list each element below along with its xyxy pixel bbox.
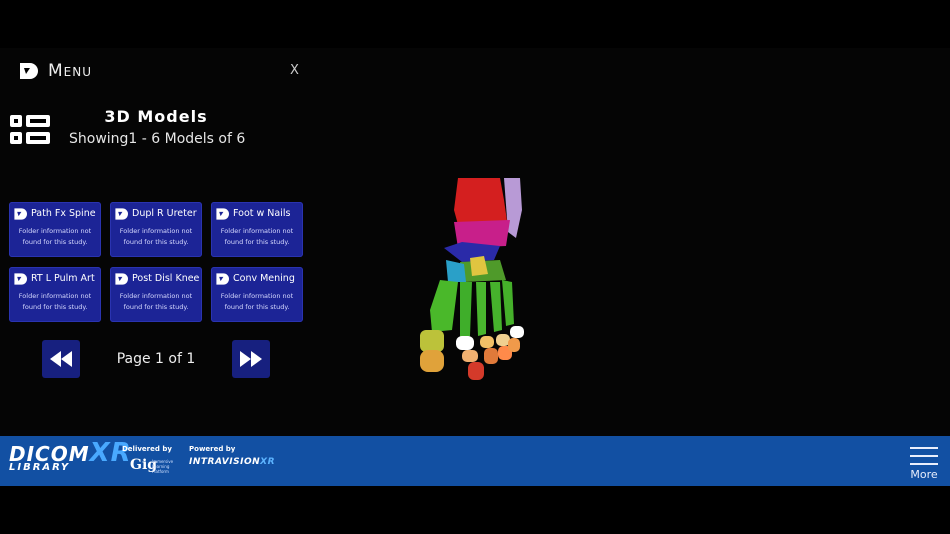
- models-count: Showing1 - 6 Models of 6: [69, 131, 246, 147]
- dicom-logo-icon: [14, 272, 27, 285]
- card-header: Path Fx Spine: [9, 202, 101, 222]
- more-label: More: [910, 468, 938, 481]
- intravision-text: INTRAVISION: [189, 457, 261, 467]
- menu-title: Menu: [48, 61, 93, 81]
- dicom-logo-icon: [20, 63, 38, 79]
- card-header: Foot w Nails: [211, 202, 303, 222]
- card-info: Folder information not found for this st…: [220, 227, 294, 246]
- menu-header: Menu: [18, 61, 92, 81]
- dicom-logo-icon: [115, 207, 128, 220]
- page-indicator: Page 1 of 1: [116, 351, 196, 367]
- card-title: Conv Mening: [233, 273, 295, 284]
- card-header: Post Disl Knee: [110, 267, 202, 287]
- gig-tagline: Immersive Learning Platform: [152, 459, 174, 474]
- model-card[interactable]: Conv Mening Folder information not found…: [211, 267, 303, 322]
- next-page-button[interactable]: [232, 340, 270, 378]
- fast-forward-icon: [240, 351, 262, 367]
- model-card[interactable]: Foot w Nails Folder information not foun…: [211, 202, 303, 257]
- model-card[interactable]: Path Fx Spine Folder information not fou…: [9, 202, 101, 257]
- close-menu-button[interactable]: X: [290, 63, 299, 78]
- card-header: Dupl R Ureter: [110, 202, 202, 222]
- card-header: Conv Mening: [211, 267, 303, 287]
- card-info: Folder information not found for this st…: [18, 292, 92, 311]
- card-title: Foot w Nails: [233, 208, 291, 219]
- foot-3d-model[interactable]: [400, 170, 540, 390]
- card-header: RT L Pulm Art: [9, 267, 101, 287]
- delivered-by-label: Delivered by: [122, 445, 172, 453]
- card-title: RT L Pulm Art: [31, 273, 95, 284]
- card-info: Folder information not found for this st…: [220, 292, 294, 311]
- dicom-logo-icon: [216, 272, 229, 285]
- brand-xr-text: XR: [89, 438, 132, 468]
- hamburger-menu-icon: [910, 447, 938, 465]
- rewind-icon: [50, 351, 72, 367]
- dicom-library-xr-logo: DICOMXR LIBRARY: [9, 440, 132, 473]
- card-info: Folder information not found for this st…: [18, 227, 92, 246]
- dicom-logo-icon: [115, 272, 128, 285]
- more-button[interactable]: More: [904, 444, 944, 481]
- card-title: Dupl R Ureter: [132, 208, 197, 219]
- powered-by-label: Powered by: [189, 445, 236, 453]
- model-card[interactable]: Dupl R Ureter Folder information not fou…: [110, 202, 202, 257]
- model-card[interactable]: Post Disl Knee Folder information not fo…: [110, 267, 202, 322]
- grid-view-icon[interactable]: [10, 113, 52, 147]
- intravision-xr-text: XR: [260, 457, 276, 467]
- model-card-grid: Path Fx Spine Folder information not fou…: [9, 202, 303, 322]
- model-card[interactable]: RT L Pulm Art Folder information not fou…: [9, 267, 101, 322]
- card-info: Folder information not found for this st…: [119, 292, 193, 311]
- previous-page-button[interactable]: [42, 340, 80, 378]
- dicom-logo-icon: [14, 207, 27, 220]
- intravision-logo: INTRAVISIONXR: [189, 457, 275, 467]
- dicom-logo-icon: [216, 207, 229, 220]
- card-title: Post Disl Knee: [132, 273, 200, 284]
- card-info: Folder information not found for this st…: [119, 227, 193, 246]
- card-title: Path Fx Spine: [31, 208, 96, 219]
- models-title: 3D Models: [104, 107, 208, 126]
